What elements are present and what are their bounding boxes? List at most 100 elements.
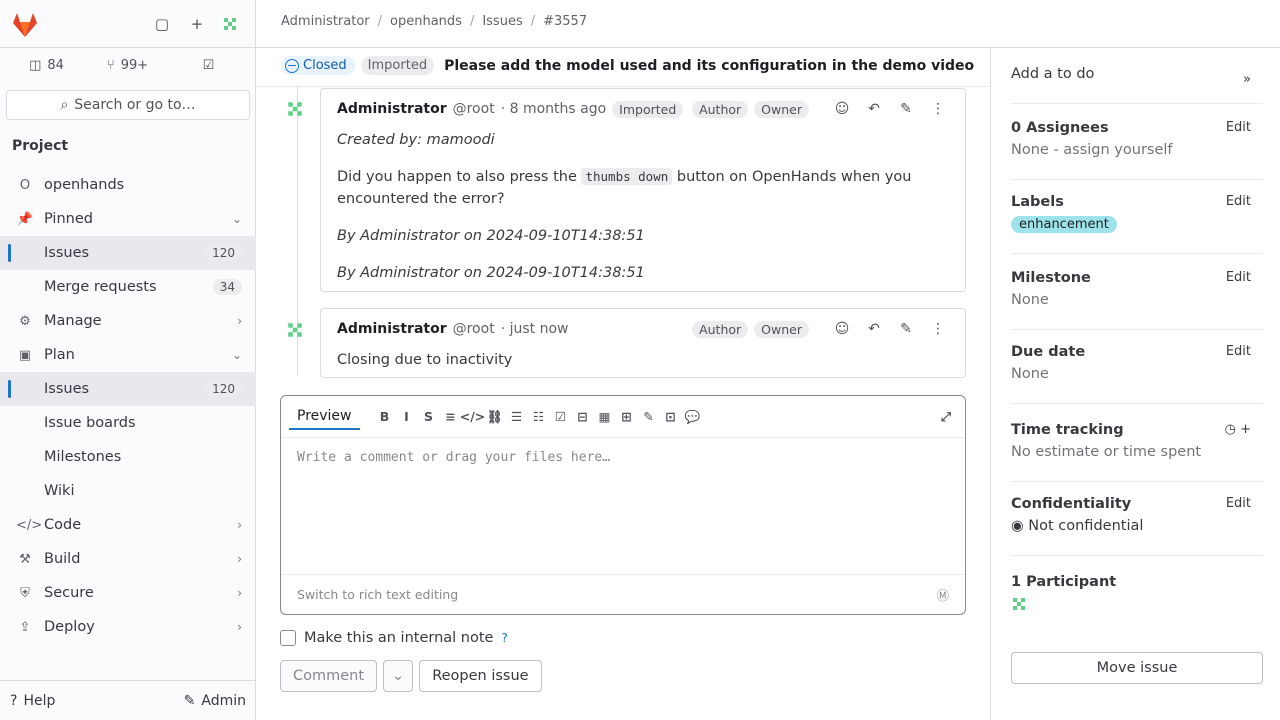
assigned-issues-counter[interactable]: ◫ 84 bbox=[8, 50, 85, 80]
more-actions-icon[interactable]: ⋮ bbox=[927, 98, 949, 120]
breadcrumb-item[interactable]: Administrator bbox=[281, 14, 370, 29]
chevron-icon: › bbox=[237, 586, 242, 600]
sidebar-item-wiki[interactable]: Wiki bbox=[0, 474, 256, 508]
sidebar-item-manage[interactable]: ⚙ Manage › bbox=[0, 304, 256, 338]
toolbar-button-icon[interactable]: </> bbox=[460, 406, 486, 428]
issues-icon: ◫ bbox=[29, 57, 42, 73]
reopen-issue-button[interactable]: Reopen issue bbox=[419, 660, 542, 692]
collapse-sidebar-icon[interactable]: » bbox=[1243, 72, 1251, 87]
comment-dropdown-button[interactable]: ⌄ bbox=[383, 660, 414, 692]
emoji-reaction-icon[interactable]: ☺ bbox=[831, 318, 853, 340]
editor-toolbar: Preview B I S ≡ </> ⛓ ☰ ☷ ☑ ⊟ ▦ ⊞ ✎ ⊡ 💬 ⤢ bbox=[281, 396, 965, 438]
clock-icon[interactable]: ◷ bbox=[1225, 422, 1236, 437]
emoji-reaction-icon[interactable]: ☺ bbox=[831, 98, 853, 120]
preview-tab[interactable]: Preview bbox=[289, 404, 360, 430]
created-by: Created by: mamoodi bbox=[337, 132, 495, 148]
confidentiality-value: ◉ Not confidential bbox=[1011, 518, 1144, 534]
toolbar-button-icon[interactable]: ⊞ bbox=[616, 406, 638, 428]
markdown-icon[interactable]: Ⓜ bbox=[936, 585, 949, 604]
edit-confidentiality-button[interactable]: Edit bbox=[1226, 496, 1251, 511]
toolbar-button-icon[interactable]: 💬 bbox=[682, 406, 704, 428]
rich-text-toggle[interactable]: Switch to rich text editing bbox=[297, 587, 458, 602]
role-badges: Author Owner bbox=[692, 100, 809, 118]
author-badge: Author bbox=[692, 320, 749, 338]
sidebar-item-issues[interactable]: Issues 120 bbox=[0, 236, 256, 270]
internal-note-checkbox[interactable] bbox=[280, 630, 296, 646]
sidebar-item-icon: ▣ bbox=[18, 347, 32, 363]
participant-avatar[interactable] bbox=[1011, 596, 1263, 616]
help-icon[interactable]: ? bbox=[501, 631, 507, 645]
closed-icon bbox=[285, 58, 299, 73]
sidebar-item-secure[interactable]: ⛨ Secure › bbox=[0, 576, 256, 610]
sidebar-top: ▢ + bbox=[0, 0, 255, 46]
merge-requests-counter[interactable]: ⑂ 99+ bbox=[89, 50, 166, 80]
edit-icon[interactable]: ✎ bbox=[895, 98, 917, 120]
help-button[interactable]: ? Help bbox=[10, 693, 55, 709]
toolbar-button-icon[interactable]: ⛓ bbox=[484, 406, 506, 428]
sidebar-item-build[interactable]: ⚒ Build › bbox=[0, 542, 256, 576]
note-time[interactable]: · 8 months ago bbox=[501, 101, 606, 117]
edit-due-date-button[interactable]: Edit bbox=[1226, 344, 1251, 359]
chevron-icon: › bbox=[237, 314, 242, 328]
move-issue-button[interactable]: Move issue bbox=[1011, 652, 1263, 684]
assignees-value[interactable]: None - assign yourself bbox=[1011, 142, 1263, 158]
add-todo-button[interactable]: Add a to do bbox=[1011, 66, 1094, 82]
new-item-icon[interactable]: + bbox=[187, 14, 207, 34]
breadcrumb-item[interactable]: #3557 bbox=[543, 14, 587, 29]
fullscreen-icon[interactable]: ⤢ bbox=[935, 406, 957, 428]
toolbar-button-icon[interactable]: ≡ bbox=[440, 406, 462, 428]
toolbar-button-icon[interactable]: S bbox=[418, 406, 440, 428]
edit-labels-button[interactable]: Edit bbox=[1226, 194, 1251, 209]
gitlab-logo[interactable] bbox=[10, 10, 40, 40]
reply-icon[interactable]: ↶ bbox=[863, 98, 885, 120]
wrench-icon: ✎ bbox=[183, 692, 196, 709]
add-time-icon[interactable]: + bbox=[1240, 422, 1251, 437]
edit-milestone-button[interactable]: Edit bbox=[1226, 270, 1251, 285]
breadcrumb-item[interactable]: openhands bbox=[390, 14, 462, 29]
comment-button[interactable]: Comment bbox=[280, 660, 378, 692]
toolbar-button-icon[interactable]: ▦ bbox=[594, 406, 616, 428]
sidebar-item-openhands[interactable]: Oopenhands bbox=[0, 168, 256, 202]
toolbar-button-icon[interactable]: ☷ bbox=[528, 406, 550, 428]
toolbar-button-icon[interactable]: ⊟ bbox=[572, 406, 594, 428]
admin-button[interactable]: ✎ Admin bbox=[184, 693, 246, 709]
reply-icon[interactable]: ↶ bbox=[863, 318, 885, 340]
toolbar-button-icon[interactable]: I bbox=[396, 406, 418, 428]
owner-badge: Owner bbox=[754, 100, 809, 118]
todo-counter[interactable]: ☑ bbox=[170, 50, 247, 80]
time-tracking-actions: ◷ + bbox=[1225, 422, 1251, 437]
note-time[interactable]: · just now bbox=[501, 321, 569, 337]
sidebar-item-code[interactable]: </> Code › bbox=[0, 508, 256, 542]
sidebar-item-issue-boards[interactable]: Issue boards bbox=[0, 406, 256, 440]
sidebar-item-issues[interactable]: Issues 120 bbox=[0, 372, 256, 406]
sidebar-item-plan[interactable]: ▣ Plan ⌄ bbox=[0, 338, 256, 372]
edit-assignees-button[interactable]: Edit bbox=[1226, 120, 1251, 135]
author-badge: Author bbox=[692, 100, 749, 118]
section-title: Project bbox=[12, 138, 69, 154]
user-avatar-icon[interactable] bbox=[220, 14, 240, 34]
label-enhancement[interactable]: enhancement bbox=[1011, 216, 1117, 233]
toolbar-button-icon[interactable]: ✎ bbox=[638, 406, 660, 428]
eye-icon: ◉ bbox=[1011, 518, 1024, 534]
imported-badge: Imported bbox=[360, 56, 435, 75]
note-body: Created by: mamoodi Did you happen to al… bbox=[321, 129, 965, 294]
more-actions-icon[interactable]: ⋮ bbox=[927, 318, 949, 340]
sidebar-item-milestones[interactable]: Milestones bbox=[0, 440, 256, 474]
sidebar-item-merge-requests[interactable]: Merge requests 34 bbox=[0, 270, 256, 304]
sidebar-toggle-icon[interactable]: ▢ bbox=[152, 14, 172, 34]
avatar[interactable] bbox=[281, 316, 309, 344]
sidebar-item-deploy[interactable]: ⇪ Deploy › bbox=[0, 610, 256, 644]
edit-icon[interactable]: ✎ bbox=[895, 318, 917, 340]
sidebar-item-pinned[interactable]: 📌 Pinned ⌄ bbox=[0, 202, 256, 236]
avatar[interactable] bbox=[281, 95, 309, 123]
toolbar-button-icon[interactable]: ⊡ bbox=[660, 406, 682, 428]
toolbar-button-icon[interactable]: B bbox=[374, 406, 396, 428]
breadcrumb-item[interactable]: Issues bbox=[482, 14, 522, 29]
note-author[interactable]: Administrator bbox=[337, 101, 447, 117]
sidebar-counters: ◫ 84 ⑂ 99+ ☑ bbox=[8, 50, 247, 80]
toolbar-button-icon[interactable]: ☰ bbox=[506, 406, 528, 428]
search-button[interactable]: ⌕ Search or go to… bbox=[6, 90, 250, 120]
toolbar-button-icon[interactable]: ☑ bbox=[550, 406, 572, 428]
comment-textarea[interactable]: Write a comment or drag your files here… bbox=[281, 438, 965, 574]
note-author[interactable]: Administrator bbox=[337, 321, 447, 337]
